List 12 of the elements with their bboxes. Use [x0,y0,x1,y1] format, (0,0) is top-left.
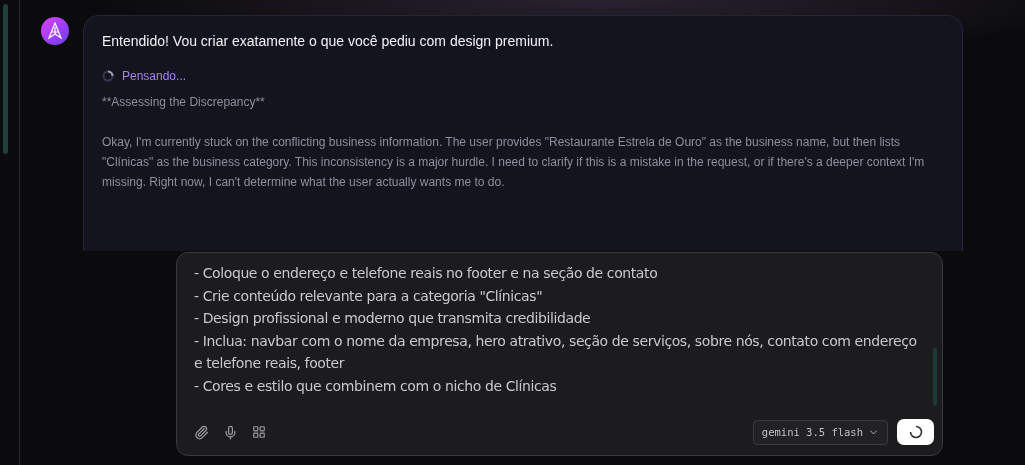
model-selector[interactable]: gemini 3.5 flash [752,419,888,445]
send-button[interactable] [897,419,934,445]
thinking-paragraph: **Assessing the Discrepancy** [102,94,266,111]
thinking-label: Pensando... [122,69,187,83]
attach-button[interactable] [194,424,209,440]
spinner-icon [908,425,923,439]
prompt-input[interactable]: - Coloque o endereço e telefone reais no footer e na seção de contato - Crie conteúdo relevante para a categoria "Clínicas" - Design profissional e moderno que transmita credibilidade - Inclua: navbar com o nome da empresa, hero atrativo, seção de serviços, sobre nós, contato com endereço e telefone reais, footer - Cores e estilo que combinem com o nicho de Clínicas [194,262,934,419]
thinking-paragraph: Okay, I'm currently stuck on the conflicting business information. The user provides "Restaurante Estrela de Ouro" as the business name, but then lists "Clínicas" as the business category. This inconsistency is a major hurdle. I need to clarify if this is a mistake in the request, or if there's a deeper context I'm missing. Right now, I can't determine what the user actually wants me to do. [102,134,926,191]
scrollbar-thumb[interactable] [3,4,8,154]
microphone-button[interactable] [223,424,238,440]
message-text: Entendido! Vou criar exatamente o que você pediu com design premium. [102,33,555,49]
grid-button[interactable] [252,425,266,439]
